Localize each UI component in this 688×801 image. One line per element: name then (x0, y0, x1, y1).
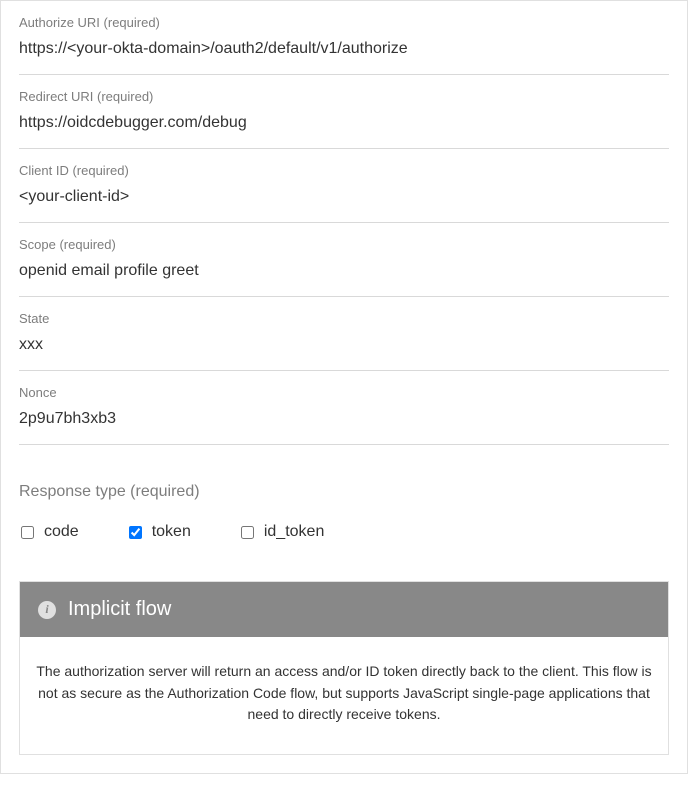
field-state: State (19, 297, 669, 371)
checkbox-input-id-token[interactable] (241, 526, 254, 539)
field-label: Client ID (required) (19, 163, 669, 178)
field-label: Nonce (19, 385, 669, 400)
scope-input[interactable] (19, 262, 669, 282)
field-scope: Scope (required) (19, 223, 669, 297)
info-title: Implicit flow (68, 598, 171, 621)
authorize-uri-input[interactable] (19, 40, 669, 60)
checkbox-input-token[interactable] (129, 526, 142, 539)
nonce-input[interactable] (19, 410, 669, 430)
checkbox-label[interactable]: id_token (264, 523, 325, 541)
response-type-options: code token id_token (19, 523, 669, 541)
field-label: Redirect URI (required) (19, 89, 669, 104)
redirect-uri-input[interactable] (19, 114, 669, 134)
field-label: State (19, 311, 669, 326)
checkbox-label[interactable]: code (44, 523, 79, 541)
info-icon: i (38, 601, 56, 619)
info-card: i Implicit flow The authorization server… (19, 581, 669, 755)
state-input[interactable] (19, 336, 669, 356)
checkbox-label[interactable]: token (152, 523, 191, 541)
checkbox-input-code[interactable] (21, 526, 34, 539)
response-type-heading: Response type (required) (19, 483, 669, 501)
form-container: Authorize URI (required) Redirect URI (r… (0, 0, 688, 774)
client-id-input[interactable] (19, 188, 669, 208)
field-client-id: Client ID (required) (19, 149, 669, 223)
field-redirect-uri: Redirect URI (required) (19, 75, 669, 149)
checkbox-id-token[interactable]: id_token (241, 523, 325, 541)
checkbox-code[interactable]: code (21, 523, 79, 541)
field-label: Scope (required) (19, 237, 669, 252)
field-nonce: Nonce (19, 371, 669, 445)
info-header: i Implicit flow (20, 582, 668, 637)
field-authorize-uri: Authorize URI (required) (19, 1, 669, 75)
checkbox-token[interactable]: token (129, 523, 191, 541)
info-body: The authorization server will return an … (20, 637, 668, 754)
field-label: Authorize URI (required) (19, 15, 669, 30)
